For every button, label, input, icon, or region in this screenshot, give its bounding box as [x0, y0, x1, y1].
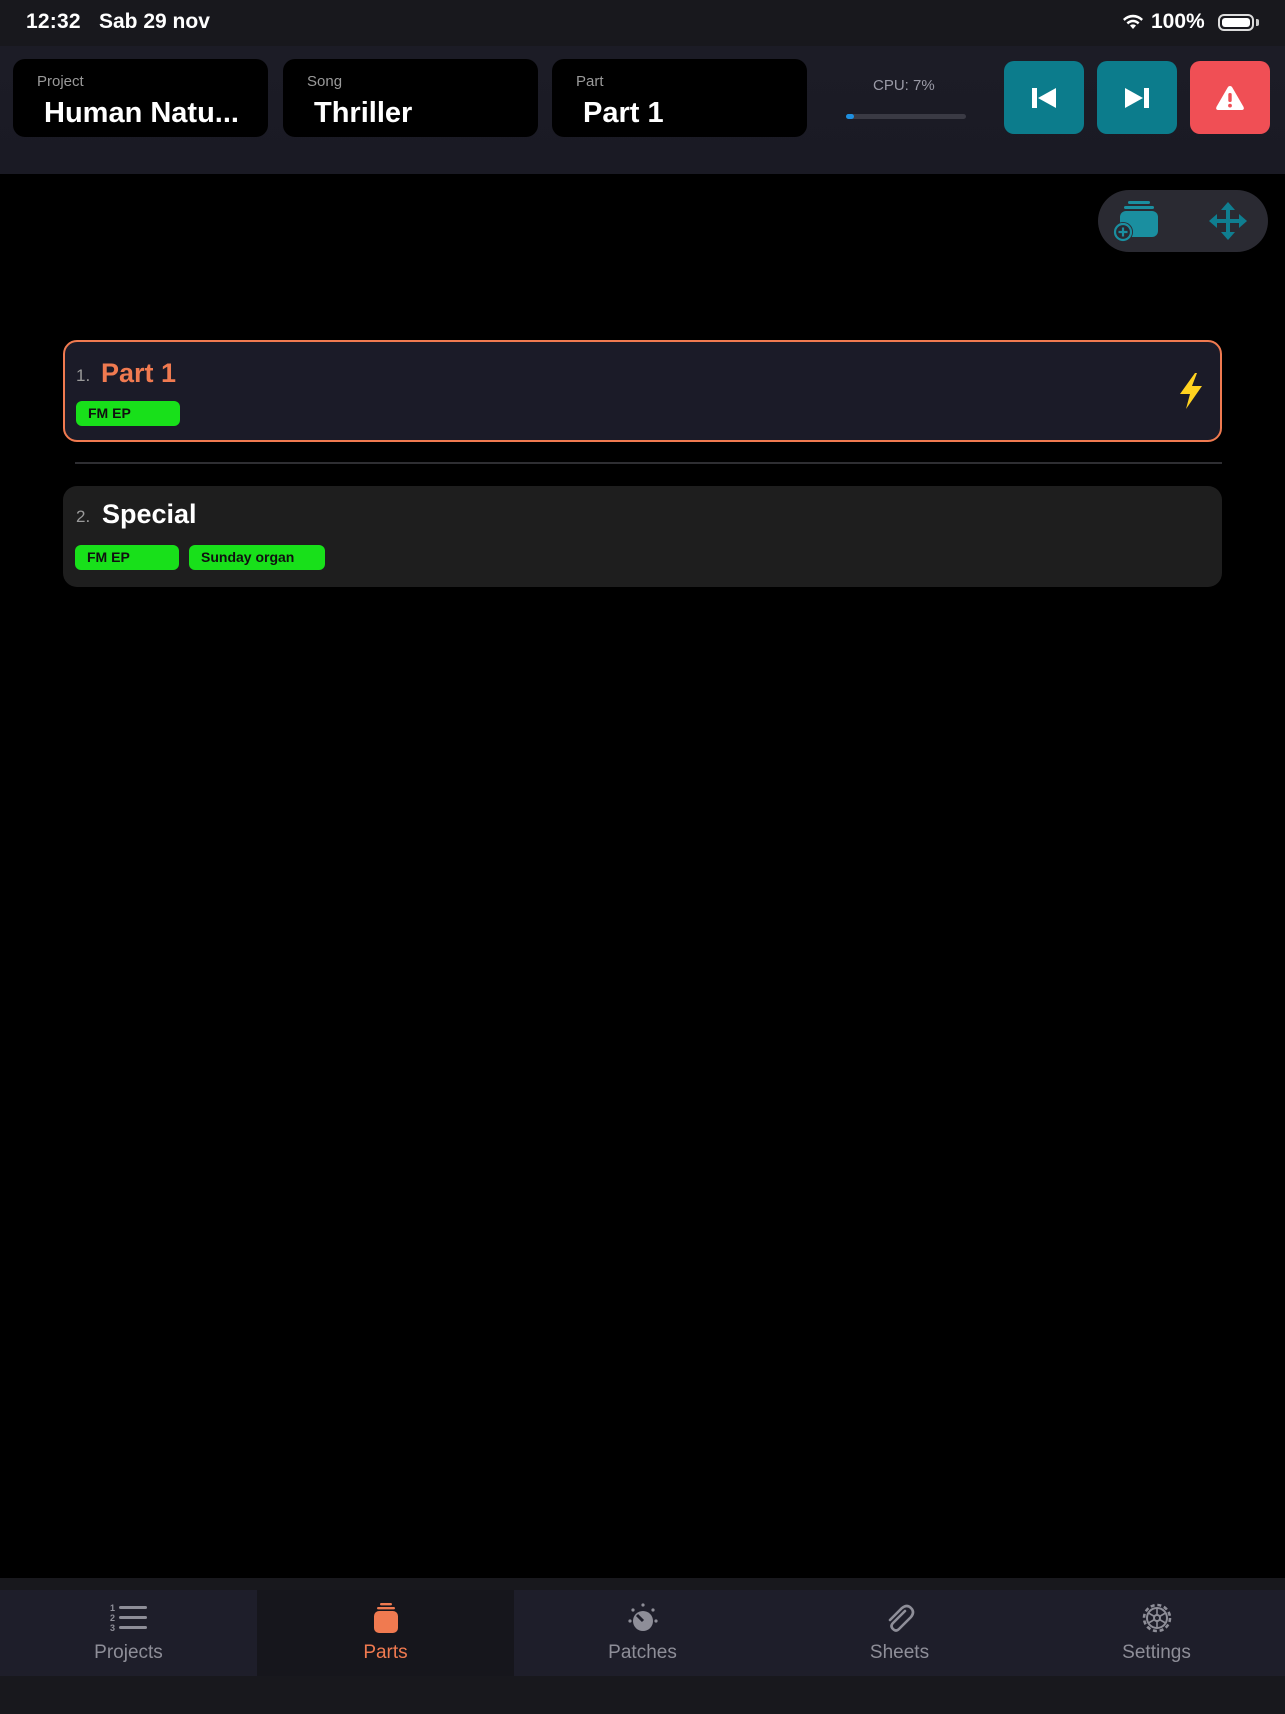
parts-stack-icon [373, 1603, 398, 1633]
parts-toolbar [1098, 190, 1268, 252]
move-arrows-icon [1209, 202, 1247, 240]
battery-percent: 100% [1151, 10, 1205, 33]
tab-label: Patches [608, 1642, 677, 1663]
status-bar: 12:32 Sab 29 nov 100% [0, 0, 1285, 46]
project-name: Human Natu... [44, 97, 239, 129]
reorder-parts-button[interactable] [1198, 195, 1258, 247]
patch-tag: FM EP [76, 401, 180, 426]
part-row-1[interactable]: 1. Part 1 FM EP [63, 340, 1222, 442]
tab-bar: 1 2 3 Projects Parts Patches Sheets Sett… [0, 1578, 1285, 1714]
tab-sheets[interactable]: Sheets [771, 1590, 1028, 1676]
tab-label: Sheets [869, 1642, 930, 1663]
song-name: Thriller [314, 97, 413, 129]
project-selector[interactable]: Project Human Natu... [13, 59, 268, 137]
part-selector[interactable]: Part Part 1 [552, 59, 807, 137]
part-number: 1. [76, 366, 91, 385]
wifi-icon [1123, 14, 1143, 29]
tab-parts[interactable]: Parts [257, 1590, 514, 1676]
cpu-label: CPU: 7% [873, 77, 935, 94]
battery-icon [1218, 14, 1254, 31]
add-part-button[interactable] [1106, 195, 1166, 247]
patch-tag: FM EP [75, 545, 179, 570]
header: Project Human Natu... Song Thriller Part… [0, 46, 1285, 174]
lightning-icon [1180, 373, 1202, 409]
numbered-list-icon: 1 2 3 [110, 1603, 147, 1633]
cpu-meter-fill [846, 114, 855, 119]
part-number: 2. [76, 507, 91, 526]
tab-label: Settings [1122, 1642, 1191, 1663]
part-title: Special [102, 499, 197, 529]
status-time: 12:32 [26, 10, 81, 33]
status-date: Sab 29 nov [99, 10, 210, 33]
tab-settings[interactable]: Settings [1028, 1590, 1285, 1676]
panic-button[interactable] [1190, 61, 1270, 134]
next-part-button[interactable] [1097, 61, 1177, 134]
skip-back-icon [1032, 87, 1056, 108]
svg-text:3: 3 [110, 1623, 115, 1633]
warning-icon [1216, 85, 1244, 110]
song-label: Song [307, 73, 343, 90]
paperclip-icon [888, 1604, 914, 1632]
svg-text:1: 1 [110, 1603, 115, 1613]
tab-label: Projects [94, 1642, 163, 1663]
add-part-icon [1113, 201, 1158, 242]
gear-icon [1142, 1603, 1171, 1633]
tab-label: Parts [363, 1642, 408, 1663]
list-divider [75, 462, 1222, 464]
cpu-meter [846, 114, 966, 119]
part-name: Part 1 [583, 97, 664, 129]
project-label: Project [37, 73, 84, 90]
part-label: Part [576, 73, 604, 90]
svg-text:2: 2 [110, 1613, 115, 1623]
tab-patches[interactable]: Patches [514, 1590, 771, 1676]
part-row-2[interactable]: 2. Special FM EP Sunday organ [63, 486, 1222, 587]
previous-part-button[interactable] [1004, 61, 1084, 134]
part-title: Part 1 [101, 358, 177, 388]
skip-forward-icon [1125, 87, 1149, 108]
patch-tag: Sunday organ [189, 545, 325, 570]
battery-tip [1256, 19, 1259, 26]
tab-projects[interactable]: 1 2 3 Projects [0, 1590, 257, 1676]
song-selector[interactable]: Song Thriller [283, 59, 538, 137]
knob-icon [627, 1603, 658, 1631]
